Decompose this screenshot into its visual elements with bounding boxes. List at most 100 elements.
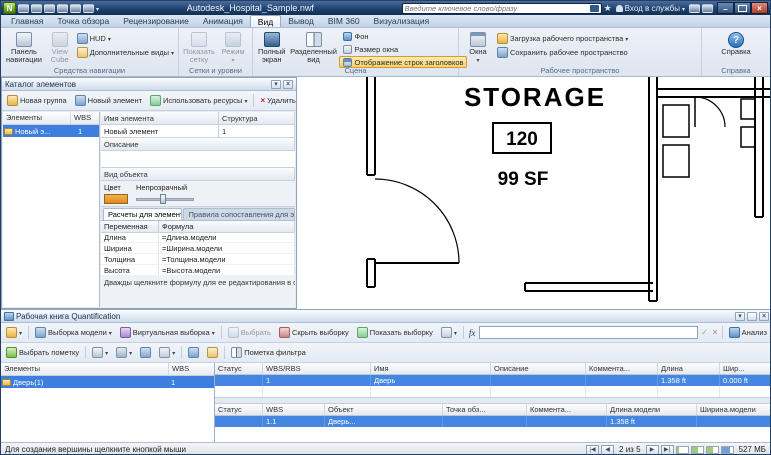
slider-thumb[interactable] [160,194,166,204]
select-markup-button[interactable]: Выбрать пометку [3,345,82,360]
next-sheet-button[interactable] [645,444,659,454]
delete-button[interactable]: Удалить [257,94,298,107]
update-button[interactable] [3,325,25,340]
column-comments[interactable]: Коммента... [586,363,658,374]
print-icon[interactable] [44,3,55,13]
table-scrollbar[interactable] [215,397,770,404]
select-rect-button[interactable] [89,345,111,360]
column-viewpoint[interactable]: Точка обз... [443,404,527,415]
first-sheet-button[interactable] [586,444,600,454]
item-name-field[interactable]: Новый элемент [101,125,219,138]
communication-center-icon[interactable] [689,3,701,13]
minimize-button[interactable] [717,2,735,14]
formula-row[interactable]: Толщина =Толщина.модели [101,254,295,265]
pan-button[interactable] [185,345,202,360]
column-status[interactable]: Статус [215,404,263,415]
new-item-button[interactable]: Новый элемент [72,93,145,108]
color-swatch[interactable] [104,194,128,204]
markup-filter-button[interactable]: Пометка фильтра [228,345,309,360]
items-table-row[interactable]: 1 Дверь 1.358 ft 0.000 ft [215,375,770,386]
view-cube-button[interactable]: View Cube [45,30,75,67]
application-menu-button[interactable]: N [3,2,16,14]
virtual-takeoff-button[interactable]: Виртуальная выборка [117,325,218,340]
select-button[interactable]: Выбрать [225,325,274,340]
column-description[interactable]: Описание [491,363,586,374]
help-menu-icon[interactable] [702,3,714,13]
full-screen-button[interactable]: Полный экран [255,30,289,67]
description-field[interactable] [101,151,295,168]
measure-line-button[interactable] [137,345,154,360]
accept-formula-icon[interactable] [700,328,710,337]
column-elements[interactable]: Элементы [1,363,169,375]
refresh-icon[interactable] [83,3,94,13]
tab-animation[interactable]: Анимация [196,15,250,27]
column-wbs[interactable]: WBS [169,363,214,375]
help-button[interactable]: Справка [714,30,758,58]
formula-row[interactable]: Длина =Длина.модели [101,232,295,243]
hide-takeoff-button[interactable]: Скрыть выборку [276,325,352,340]
search-input[interactable] [404,3,590,13]
measure-area-button[interactable] [156,345,178,360]
load-workspace-button[interactable]: Загрузка рабочего пространства [495,32,630,45]
tab-render[interactable]: Визуализация [367,15,437,27]
new-group-button[interactable]: Новая группа [4,93,70,108]
column-wbs[interactable]: WBS [71,112,99,124]
column-comments[interactable]: Коммента... [527,404,607,415]
model-takeoff-button[interactable]: Выборка модели [32,325,115,340]
show-takeoff-button[interactable]: Показать выборку [354,325,436,340]
column-length[interactable]: Длина [658,363,720,374]
formula-input[interactable] [479,326,698,339]
save-icon[interactable] [31,3,42,13]
navigation-bar-button[interactable]: Панель навигации [3,30,45,67]
select-polygon-button[interactable] [113,345,135,360]
search-icon[interactable] [589,4,599,12]
hud-button[interactable]: HUD [75,32,176,45]
tab-viewpoint[interactable]: Точка обзора [50,15,116,27]
panel-options-icon[interactable] [271,79,281,89]
column-model-length[interactable]: Длина.модели [607,404,697,415]
workbook-pin-icon[interactable] [747,311,757,321]
zoom-button[interactable] [204,345,221,360]
door[interactable] [374,96,726,264]
signin-button[interactable]: Вход в службы [614,4,687,13]
cancel-formula-icon[interactable] [711,328,718,337]
use-resources-button[interactable]: Использовать ресурсы [147,93,250,108]
panel-close-icon[interactable] [283,79,293,89]
column-name[interactable]: Имя [371,363,491,374]
catalog-panel-header[interactable]: Каталог элементов [2,78,296,91]
close-button[interactable] [751,2,769,14]
items-table-empty-row[interactable] [215,386,770,397]
tab-view[interactable]: Вид [249,15,282,27]
scene-viewport[interactable]: STORAGE 120 99 SF [297,77,770,309]
formula-row[interactable]: Высота =Высота.модели [101,265,295,276]
search-box[interactable] [401,2,602,14]
windows-button[interactable]: Окна [461,30,495,67]
tab-bim360[interactable]: BIM 360 [321,15,367,27]
structure-field[interactable]: 1 [219,125,295,138]
tab-mapping-rules[interactable]: Правила сопоставления для эл... [183,208,295,220]
open-icon[interactable] [18,3,29,13]
workbook-close-icon[interactable] [759,311,769,321]
grid-mode-button[interactable]: Режим [217,30,249,67]
favorites-star-icon[interactable] [604,4,612,13]
tab-output[interactable]: Вывод [281,15,321,27]
workbook-tree-row[interactable]: Дверь(1) 1 [1,376,214,388]
column-wbsrbs[interactable]: WBS/RBS [263,363,371,374]
column-width[interactable]: Шир... [720,363,770,374]
background-button[interactable]: Фон [339,30,468,42]
objects-table-row[interactable]: 1.1 Дверь... 1.358 ft [215,416,770,427]
column-elements[interactable]: Элементы [3,112,71,124]
formula-row[interactable]: Ширина =Ширина.модели [101,243,295,254]
prev-sheet-button[interactable] [601,444,615,454]
redo-icon[interactable] [70,3,81,13]
column-object[interactable]: Объект [325,404,443,415]
last-sheet-button[interactable] [660,444,674,454]
window-size-button[interactable]: Размер окна [339,43,468,55]
undo-icon[interactable] [57,3,68,13]
save-workspace-button[interactable]: Сохранить рабочее пространство [495,46,630,59]
column-status[interactable]: Статус [215,363,263,374]
maximize-button[interactable] [734,2,752,14]
show-grid-button[interactable]: Показать сетку [181,30,217,67]
tab-home[interactable]: Главная [4,15,50,27]
split-view-button[interactable]: Разделенный вид [289,30,339,67]
